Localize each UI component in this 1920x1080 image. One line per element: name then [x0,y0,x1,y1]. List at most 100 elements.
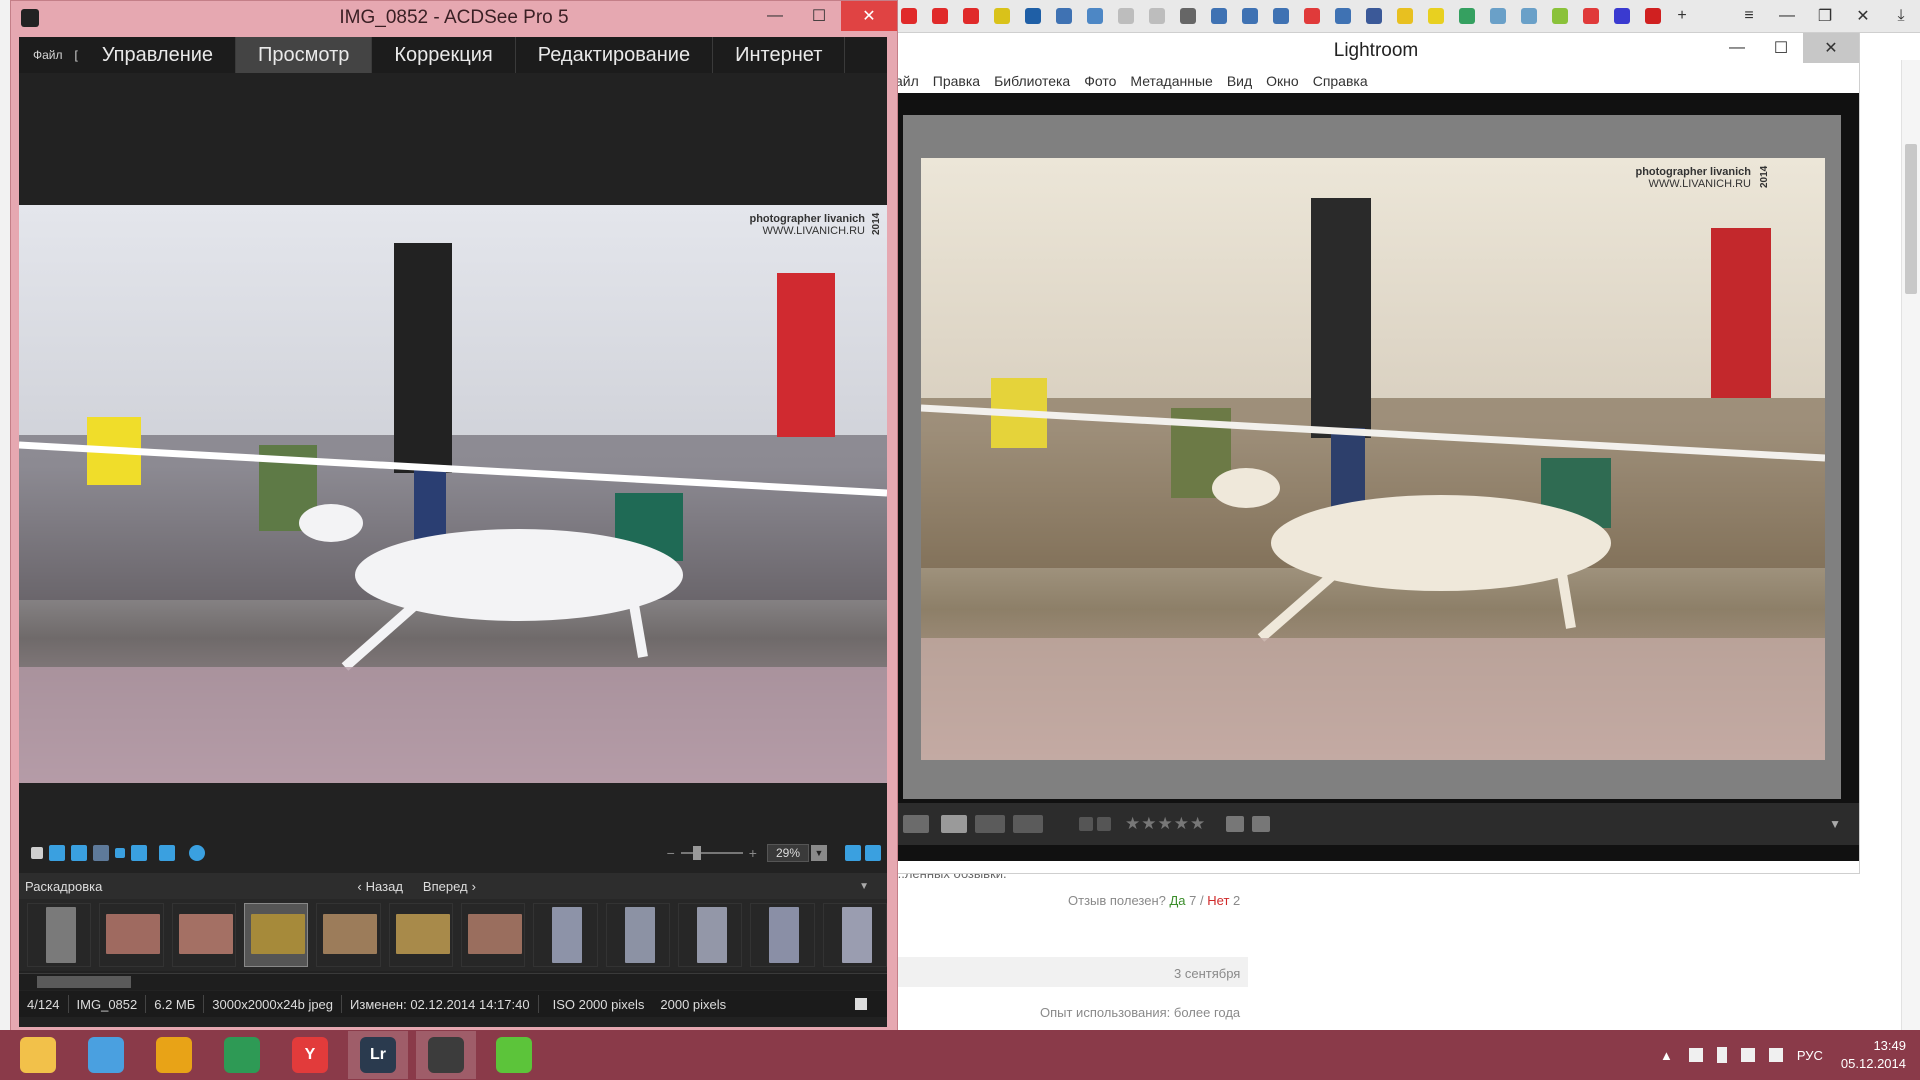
acdsee-cut-menu[interactable]: [ [75,48,78,62]
hand-tool-icon[interactable] [93,845,109,861]
signal-icon[interactable] [1740,1048,1755,1062]
taskbar-app[interactable] [416,1031,476,1079]
battery-icon[interactable] [1716,1047,1727,1063]
filmstrip-thumbnail[interactable] [388,903,453,967]
browser-tab[interactable] [1360,3,1388,29]
rotate-right-icon[interactable] [71,845,87,861]
filmstrip-dropdown-icon[interactable]: ▼ [859,881,869,892]
lightroom-maximize-button[interactable]: ☐ [1759,33,1803,63]
loupe-view-icon[interactable] [941,815,967,833]
zoom-slider-handle[interactable] [692,846,701,860]
rotate-right-icon[interactable] [1252,816,1271,832]
lightroom-minimize-button[interactable]: — [1715,33,1759,63]
rotate-left-icon[interactable] [1226,816,1245,832]
back-chevron-icon[interactable]: ‹ [357,879,361,894]
volume-icon[interactable] [1768,1048,1783,1062]
select-tool-icon[interactable] [115,848,125,858]
filmstrip-thumbnail[interactable] [460,903,526,967]
fit-window-icon[interactable] [865,845,881,861]
lightroom-menu-item[interactable]: Библиотека [994,73,1070,89]
taskbar-app[interactable] [76,1031,136,1079]
browser-tab[interactable] [1422,3,1450,29]
new-tab-button[interactable]: + [1667,1,1697,31]
forward-button[interactable]: Вперед [423,879,468,894]
filmstrip-thumbnail-selected[interactable] [243,903,309,967]
browser-tab[interactable] [1019,3,1047,29]
lightroom-menu-item[interactable]: Вид [1227,73,1252,89]
mode-tab[interactable]: Просмотр [236,37,373,73]
filmstrip-thumbnail[interactable] [99,903,164,967]
clock[interactable]: 13:49 05.12.2014 [1841,1037,1906,1073]
browser-tab[interactable] [1453,3,1481,29]
tray-arrow-icon[interactable]: ▲ [1660,1048,1673,1063]
filmstrip-thumbnail[interactable] [677,903,743,967]
filmstrip-thumbnail[interactable] [27,903,92,967]
browser-tab[interactable] [1515,3,1543,29]
taskbar-app[interactable] [144,1031,204,1079]
browser-tab[interactable] [926,3,954,29]
language-indicator[interactable]: РУС [1797,1048,1823,1063]
grid-view-icon[interactable] [903,815,929,833]
zoom-dropdown-icon[interactable]: ▼ [811,845,827,861]
zoom-plus-icon[interactable]: + [749,845,757,861]
filmstrip-scrollbar[interactable] [19,973,887,990]
filmstrip-thumbnail[interactable] [605,903,670,967]
zoom-minus-icon[interactable]: − [667,845,675,861]
status-check-icon[interactable] [855,998,867,1010]
taskbar-app[interactable] [212,1031,272,1079]
taskbar-app[interactable]: Lr [348,1031,408,1079]
survey-view-icon[interactable] [1013,815,1043,833]
browser-tab[interactable] [1205,3,1233,29]
acdsee-close-button[interactable]: ✕ [841,1,897,31]
lightroom-menu-item[interactable]: Справка [1313,73,1368,89]
browser-maximize-button[interactable]: ❐ [1806,1,1844,31]
lightroom-menu-item[interactable]: Метаданные [1130,73,1212,89]
back-button[interactable]: Назад [366,879,403,894]
filmstrip-thumbnail[interactable] [316,903,381,967]
browser-tab[interactable] [1484,3,1512,29]
lightroom-close-button[interactable]: ✕ [1803,33,1859,63]
mode-tab[interactable]: Управление [80,37,237,73]
filmstrip-thumbnail[interactable] [171,903,236,967]
browser-tab[interactable] [1050,3,1078,29]
browser-tab[interactable] [1081,3,1109,29]
taskbar-app[interactable] [484,1031,544,1079]
actual-size-icon[interactable] [845,845,861,861]
taskbar-app[interactable] [8,1031,68,1079]
lightroom-menu-item[interactable]: Окно [1266,73,1299,89]
fullscreen-icon[interactable] [31,847,43,859]
browser-tab[interactable] [1639,3,1667,29]
zoom-slider[interactable] [680,846,743,860]
browser-tab[interactable] [957,3,985,29]
zoom-tool-icon[interactable] [131,845,147,861]
browser-tab[interactable] [1546,3,1574,29]
browser-tab[interactable] [1298,3,1326,29]
browser-tab[interactable] [1391,3,1419,29]
browser-tab[interactable] [1174,3,1202,29]
helpful-yes-link[interactable]: Да [1169,893,1185,908]
browser-tab[interactable] [1143,3,1171,29]
rating-stars[interactable]: ★★★★★ [1125,814,1206,834]
lightroom-menu-item[interactable]: айл [895,73,919,89]
forward-chevron-icon[interactable]: › [472,879,476,894]
mode-tab[interactable]: Редактирование [516,37,714,73]
mode-tab[interactable]: Коррекция [372,37,516,73]
browser-minimize-button[interactable]: — [1768,1,1806,31]
filmstrip-thumbnail[interactable] [822,903,887,967]
browser-tab[interactable] [1112,3,1140,29]
browser-tab[interactable] [1329,3,1357,29]
lightroom-menu-item[interactable]: Правка [933,73,980,89]
zoom-value[interactable]: 29% [766,844,809,862]
acdsee-maximize-button[interactable]: ☐ [797,1,841,31]
filmstrip-thumbnail[interactable] [750,903,815,967]
browser-tab[interactable] [1608,3,1636,29]
acdsee-minimize-button[interactable]: — [753,1,797,31]
reject-flag-icon[interactable] [1097,817,1111,831]
taskbar-app[interactable]: Y [280,1031,340,1079]
browser-tab[interactable] [895,3,923,29]
network-icon[interactable] [1688,1048,1703,1062]
helpful-no-link[interactable]: Нет [1207,893,1229,908]
rotate-left-icon[interactable] [49,845,65,861]
browser-menu-button[interactable]: ≡ [1730,1,1768,31]
flag-icon[interactable] [1079,817,1093,831]
